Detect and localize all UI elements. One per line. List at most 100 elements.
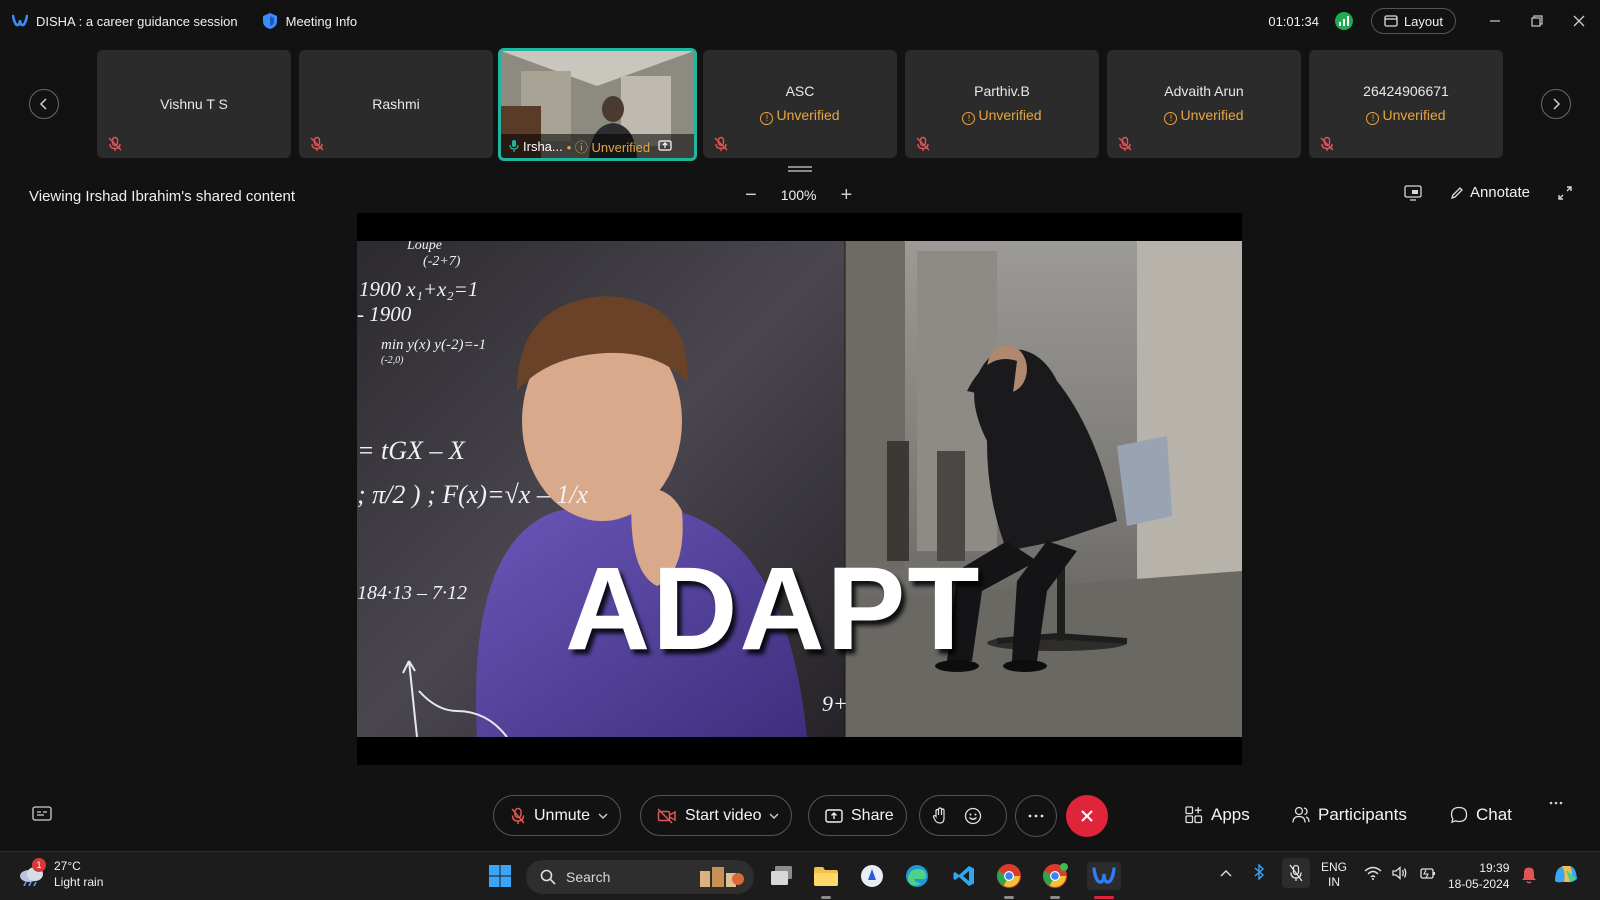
shared-content-area[interactable]: Loupe (-2+7) 1900 x₁+x₂=1 - 1900 min y(x… (357, 213, 1242, 765)
notifications-button[interactable] (1521, 866, 1537, 887)
weather-alert-badge: 1 (32, 858, 46, 872)
weather-icon: 1 (18, 858, 46, 887)
bluetooth-tray-icon[interactable] (1253, 863, 1265, 883)
weather-widget[interactable]: 1 27°C Light rain (18, 858, 103, 890)
language-region: IN (1328, 875, 1340, 889)
strip-prev-button[interactable] (29, 89, 59, 119)
participant-name: Rashmi (372, 96, 420, 112)
reactions-group (919, 795, 1007, 836)
mic-muted-icon (1118, 136, 1132, 151)
share-button[interactable]: Share (808, 795, 907, 836)
unmute-button[interactable]: Unmute (493, 795, 622, 836)
close-icon (1573, 15, 1585, 27)
participants-button[interactable]: Participants (1292, 805, 1407, 825)
mic-muted-icon (1320, 136, 1334, 151)
layout-icon (1384, 15, 1398, 27)
chat-icon (1450, 806, 1468, 824)
warning-icon: ! (1164, 112, 1178, 125)
view-bar-actions: Annotate (1404, 184, 1572, 201)
file-explorer-button[interactable] (812, 862, 840, 890)
chevron-left-icon (39, 98, 47, 110)
annotate-button[interactable]: Annotate (1450, 184, 1530, 201)
chrome-button[interactable] (995, 862, 1023, 890)
mic-muted-icon (310, 136, 324, 151)
weather-temperature: 27°C (54, 859, 81, 873)
battery-icon (1420, 868, 1435, 879)
chat-button[interactable]: Chat (1450, 805, 1512, 825)
vscode-button[interactable] (950, 862, 978, 890)
webex-taskbar-button[interactable] (1087, 862, 1121, 890)
chevron-down-icon[interactable] (769, 812, 779, 820)
meeting-info-label: Meeting Info (285, 13, 358, 29)
mic-tray-icon[interactable] (1282, 858, 1310, 888)
start-video-label: Start video (685, 806, 762, 824)
leave-meeting-button[interactable] (1066, 795, 1108, 837)
mic-muted-icon (1289, 864, 1303, 882)
board-formula: (-2,0) (381, 355, 404, 366)
participant-name: ASC (785, 83, 815, 99)
chevron-down-icon[interactable] (598, 812, 608, 820)
apps-button[interactable]: Apps (1185, 805, 1250, 825)
language-code: ENG (1321, 860, 1348, 874)
share-screen-icon (825, 808, 843, 823)
pen-icon (1450, 186, 1463, 199)
viewing-shared-content-text: Viewing Irshad Ibrahim's shared content (29, 188, 296, 205)
running-indicator (821, 896, 831, 899)
strip-next-button[interactable] (1541, 89, 1571, 119)
warning-icon: ! (1366, 112, 1380, 125)
language-indicator[interactable]: ENG IN (1321, 860, 1347, 890)
board-formula: ; π/2 ) ; F(x)=√x – 1/x (357, 480, 589, 509)
participant-tile[interactable]: ASC ! Unverified (703, 50, 897, 158)
closed-captions-icon[interactable] (32, 805, 52, 823)
participant-tile[interactable]: 26424906671 ! Unverified (1309, 50, 1503, 158)
participant-tile[interactable]: Advaith Arun ! Unverified (1107, 50, 1301, 158)
show-hidden-icons-button[interactable] (1220, 866, 1232, 880)
board-formula: = tGX – X (357, 436, 466, 465)
chrome-profile-button[interactable] (1041, 862, 1069, 890)
bluetooth-icon (1254, 863, 1265, 881)
task-view-icon (771, 866, 792, 885)
network-health-icon[interactable] (1334, 12, 1353, 30)
app-store-button[interactable] (858, 862, 886, 890)
restore-button[interactable] (1516, 0, 1558, 42)
clock-date: 18-05-2024 (1448, 877, 1510, 891)
shield-icon (262, 13, 277, 29)
layout-button[interactable]: Layout (1370, 8, 1456, 34)
share-window-icon[interactable] (1404, 184, 1422, 201)
fullscreen-icon[interactable] (1558, 185, 1572, 200)
participant-tile-active-speaker[interactable]: Irsha... • ⓘ Unverified (498, 48, 697, 161)
system-status-icons[interactable] (1364, 866, 1436, 880)
minimize-button[interactable] (1474, 0, 1516, 42)
chevron-up-icon (1220, 870, 1232, 877)
meeting-title: DISHA : a career guidance session (36, 13, 238, 29)
more-panels-button[interactable] (1549, 801, 1563, 805)
raise-hand-icon[interactable] (932, 806, 948, 825)
search-placeholder: Search (566, 869, 611, 885)
reactions-icon[interactable] (964, 807, 982, 825)
warning-icon: ! (962, 112, 976, 125)
more-options-button[interactable] (1015, 795, 1057, 837)
webex-logo-icon (12, 14, 28, 27)
taskbar-search[interactable]: Search (526, 860, 754, 894)
participant-strip: Vishnu T S Rashmi Irsha... • ⓘ Unverifie… (0, 48, 1600, 172)
title-right: 01:01:34 Layout (1268, 0, 1600, 42)
start-video-button[interactable]: Start video (640, 795, 793, 836)
start-menu-button[interactable] (486, 862, 514, 890)
zoom-in-button[interactable]: + (841, 185, 853, 205)
mic-muted-icon (916, 136, 930, 151)
participant-tile[interactable]: Vishnu T S (97, 50, 291, 158)
close-window-button[interactable] (1558, 0, 1600, 42)
mic-active-icon (509, 140, 519, 152)
participant-tile[interactable]: Rashmi (299, 50, 493, 158)
participant-tile[interactable]: Parthiv.B ! Unverified (905, 50, 1099, 158)
zoom-out-button[interactable]: − (745, 185, 757, 205)
meeting-info-button[interactable]: Meeting Info (262, 12, 358, 30)
weather-description: Light rain (54, 875, 104, 889)
unmute-label: Unmute (534, 806, 591, 824)
copilot-button[interactable] (1552, 861, 1580, 890)
edge-browser-button[interactable] (903, 862, 931, 890)
strip-resize-handle[interactable] (788, 166, 812, 172)
clock[interactable]: 19:39 18-05-2024 (1448, 860, 1509, 892)
active-app-indicator (1094, 896, 1114, 899)
task-view-button[interactable] (768, 862, 796, 890)
